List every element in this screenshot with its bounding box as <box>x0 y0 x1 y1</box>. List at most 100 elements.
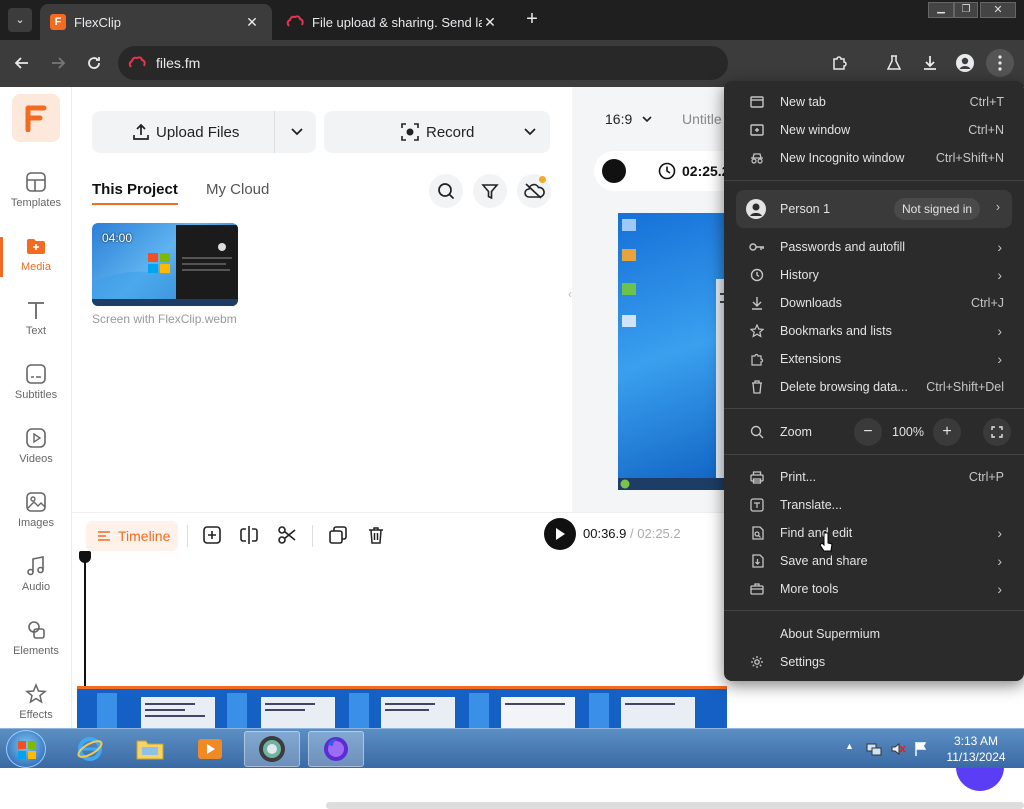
media-clip-thumbnail[interactable]: 04:00 <box>92 223 238 306</box>
menu-item-print[interactable]: Print... Ctrl+P <box>724 463 1024 491</box>
menu-item-more-tools[interactable]: More tools › <box>724 575 1024 603</box>
action-center-flag-icon[interactable] <box>914 741 928 757</box>
divider <box>274 111 275 153</box>
network-icon[interactable] <box>866 741 882 757</box>
media-icon <box>27 239 45 254</box>
taskbar-explorer[interactable] <box>122 731 178 767</box>
maximize-button[interactable]: ❐ <box>954 2 978 18</box>
forward-button[interactable] <box>44 49 72 77</box>
tab-files-fm[interactable]: File upload & sharing. Send lar ✕ <box>278 4 510 40</box>
volume-muted-icon[interactable] <box>890 741 906 757</box>
fullscreen-button[interactable] <box>983 418 1011 446</box>
project-title[interactable]: Untitle <box>682 111 722 127</box>
aspect-ratio-dropdown[interactable]: 16:9 <box>605 111 652 127</box>
taskbar-firefox[interactable] <box>308 731 364 767</box>
menu-separator <box>724 610 1024 611</box>
reload-button[interactable] <box>80 49 108 77</box>
zoom-in-button[interactable]: + <box>933 418 961 446</box>
sidebar-item-subtitles[interactable]: Subtitles <box>0 363 72 423</box>
sidebar-item-label: Subtitles <box>14 389 58 401</box>
subtitles-icon <box>26 364 46 384</box>
cloud-sync-button[interactable] <box>517 174 551 208</box>
close-tab-icon[interactable]: ✕ <box>480 12 500 32</box>
show-hidden-icons-button[interactable]: ▲ <box>845 741 854 751</box>
scissors-icon[interactable] <box>277 525 297 545</box>
flexclip-logo[interactable] <box>12 94 60 142</box>
video-preview-canvas[interactable] <box>618 213 738 490</box>
timeline-scrollbar[interactable] <box>326 802 1024 809</box>
sidebar-item-images[interactable]: Images <box>0 491 72 551</box>
close-tab-icon[interactable]: ✕ <box>242 12 262 32</box>
menu-item-label: Translate... <box>780 498 843 512</box>
menu-item-settings[interactable]: Settings <box>724 648 1024 676</box>
mouse-cursor-icon <box>819 532 833 552</box>
zoom-out-button[interactable]: − <box>854 418 882 446</box>
play-button[interactable] <box>544 518 576 550</box>
menu-item-label: Passwords and autofill <box>780 240 906 254</box>
add-clip-icon[interactable] <box>202 525 222 545</box>
chevron-right-icon: › <box>997 351 1002 367</box>
upload-files-button[interactable]: Upload Files <box>92 111 316 153</box>
sidebar-item-media[interactable]: Media <box>0 235 72 295</box>
filter-button[interactable] <box>473 174 507 208</box>
duplicate-icon[interactable] <box>328 525 348 545</box>
taskbar-supermium[interactable] <box>244 731 300 767</box>
taskbar-ie[interactable] <box>62 731 118 767</box>
sidebar-item-text[interactable]: Text <box>0 299 72 359</box>
record-button[interactable]: Record <box>324 111 550 153</box>
tab-my-cloud[interactable]: My Cloud <box>206 181 269 198</box>
extensions-button[interactable] <box>826 49 854 77</box>
sidebar-item-label: Media <box>21 261 51 273</box>
menu-item-bookmarks[interactable]: Bookmarks and lists › <box>724 317 1024 345</box>
menu-item-save-and-share[interactable]: Save and share › <box>724 547 1024 575</box>
split-icon[interactable] <box>239 525 259 545</box>
minimize-button[interactable]: ▁ <box>928 2 954 18</box>
tab-this-project[interactable]: This Project <box>92 181 178 205</box>
menu-button[interactable] <box>986 49 1014 77</box>
menu-item-passwords[interactable]: Passwords and autofill › <box>724 233 1024 261</box>
chevron-down-icon[interactable] <box>524 128 536 136</box>
tab-label: My Cloud <box>206 181 270 198</box>
menu-item-find-and-edit[interactable]: Find and edit › <box>724 519 1024 547</box>
record-dot-button[interactable] <box>602 159 626 183</box>
menu-item-translate[interactable]: Translate... <box>724 491 1024 519</box>
close-window-button[interactable]: ✕ <box>980 2 1016 18</box>
tab-flexclip[interactable]: F FlexClip ✕ <box>40 4 272 40</box>
menu-item-new-incognito[interactable]: New Incognito window Ctrl+Shift+N <box>724 144 1024 172</box>
clip-filename: Screen with FlexClip.webm <box>92 312 237 326</box>
menu-item-about[interactable]: About Supermium <box>724 620 1024 648</box>
sidebar-item-templates[interactable]: Templates <box>0 171 72 231</box>
menu-item-extensions[interactable]: Extensions › <box>724 345 1024 373</box>
search-icon <box>438 183 455 200</box>
new-tab-button[interactable]: + <box>520 8 544 32</box>
incognito-icon <box>749 150 765 166</box>
tab-search-button[interactable]: ⌄ <box>8 8 32 32</box>
menu-profile-row[interactable]: Person 1 Not signed in › <box>736 190 1012 228</box>
menu-item-downloads[interactable]: Downloads Ctrl+J <box>724 289 1024 317</box>
search-button[interactable] <box>429 174 463 208</box>
menu-item-history[interactable]: History › <box>724 261 1024 289</box>
total-time: 02:25.2 <box>637 526 681 541</box>
menu-item-delete-browsing-data[interactable]: Delete browsing data... Ctrl+Shift+Del <box>724 373 1024 401</box>
back-button[interactable] <box>8 49 36 77</box>
arrow-right-icon <box>52 57 66 69</box>
downloads-button[interactable] <box>916 49 944 77</box>
address-bar[interactable]: files.fm <box>118 46 728 80</box>
profile-button[interactable] <box>951 49 979 77</box>
upload-options-dropdown[interactable] <box>278 111 316 153</box>
menu-item-label: New Incognito window <box>780 151 905 165</box>
delete-icon[interactable] <box>366 525 386 545</box>
menu-item-new-window[interactable]: New window Ctrl+N <box>724 116 1024 144</box>
system-clock[interactable]: 3:13 AM 11/13/2024 <box>936 733 1016 765</box>
sidebar-item-audio[interactable]: Audio <box>0 555 72 615</box>
menu-item-zoom: Zoom − 100% + <box>724 418 1024 446</box>
sidebar-item-elements[interactable]: Elements <box>0 619 72 679</box>
menu-item-new-tab[interactable]: New tab Ctrl+T <box>724 88 1024 116</box>
menu-item-shortcut: Ctrl+J <box>971 296 1004 310</box>
sidebar-item-videos[interactable]: Videos <box>0 427 72 487</box>
timeline-toggle-button[interactable]: Timeline <box>86 521 178 551</box>
labs-button[interactable] <box>880 49 908 77</box>
playhead-handle[interactable] <box>79 551 91 563</box>
start-button[interactable] <box>6 730 46 768</box>
taskbar-media-player[interactable] <box>182 731 238 767</box>
